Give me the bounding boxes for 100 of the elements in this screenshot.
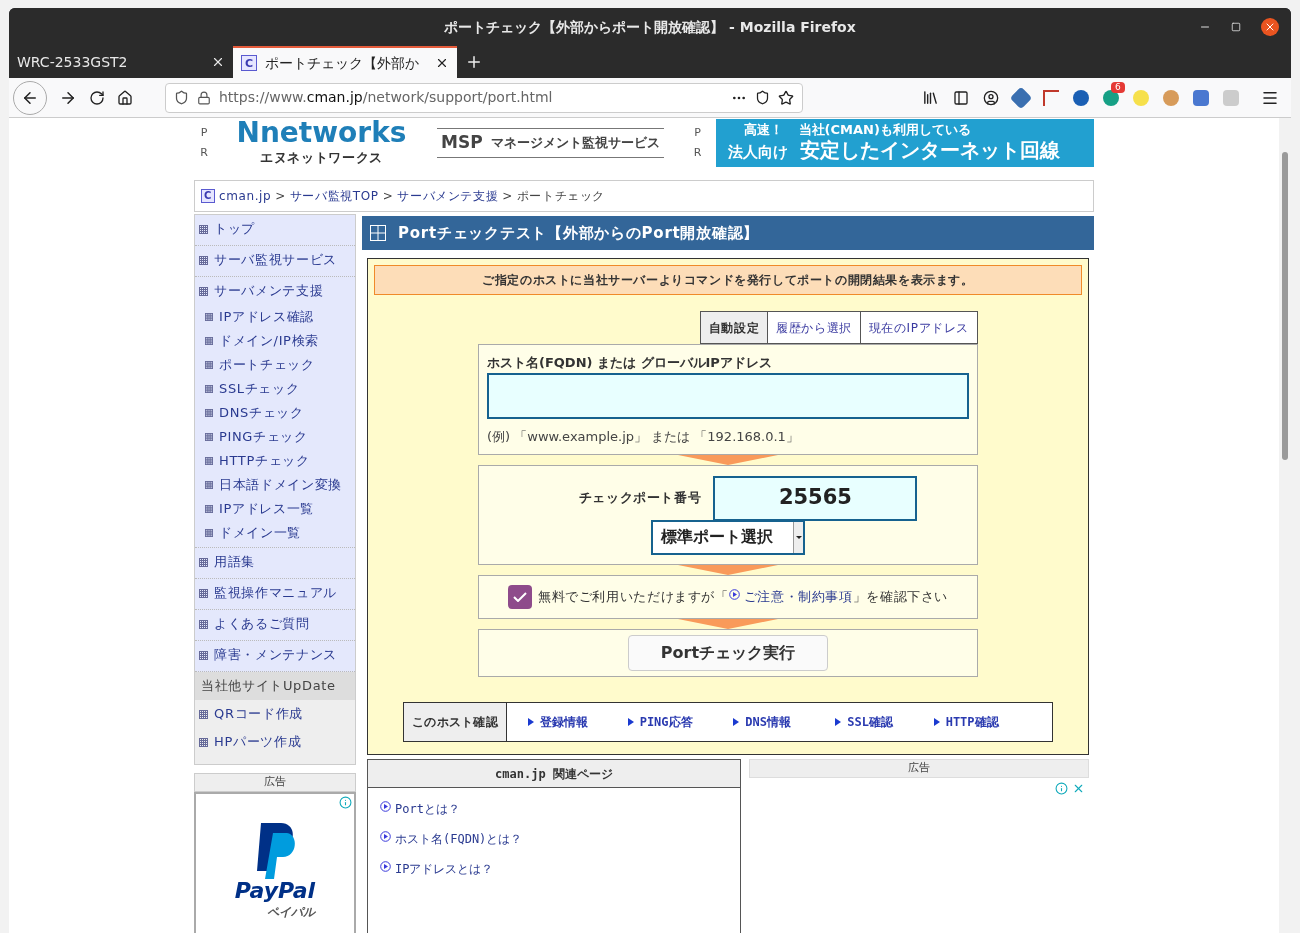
related-link[interactable]: IPアドレスとは？: [380, 860, 740, 878]
grid-bullet-icon: [205, 385, 213, 393]
grid-bullet-icon: [205, 457, 213, 465]
sidebar-item[interactable]: 監視操作マニュアル: [195, 579, 355, 607]
dropdown-caret-icon: [793, 521, 803, 553]
ad-label: 広告: [749, 759, 1089, 778]
host-check-link[interactable]: DNS情報: [711, 703, 814, 741]
reload-icon[interactable]: [89, 89, 105, 106]
window-grid-icon: [370, 225, 386, 241]
home-icon[interactable]: [117, 89, 133, 106]
ad-info-icon[interactable]: [1055, 781, 1068, 795]
browser-tab[interactable]: WRC-2533GST2: [9, 46, 233, 78]
brand-kana: ペイパル: [267, 903, 315, 921]
agree-checkbox[interactable]: [507, 585, 532, 609]
pr-mark: R: [693, 145, 702, 161]
sidebar-item[interactable]: サーバ監視サービス: [195, 246, 355, 274]
brand-name: PayPal: [234, 878, 316, 903]
checkmark-icon: [512, 592, 527, 602]
browser-tab[interactable]: C ポートチェック【外部か: [233, 46, 457, 78]
related-title: cman.jp 関連ページ: [368, 760, 740, 788]
pr-mark: P: [200, 124, 208, 141]
host-check-link[interactable]: SSL確認: [813, 703, 916, 741]
msp-banner[interactable]: MSP マネージメント監視サービス: [437, 128, 664, 158]
sidebar-item[interactable]: トップ: [195, 215, 355, 243]
breadcrumb-separator: >: [275, 188, 286, 205]
sidebar-ad[interactable]: PayPal ペイパル: [194, 791, 356, 933]
grid-bullet-icon: [205, 361, 213, 369]
sidebar-item[interactable]: 障害・メンテナンス: [195, 641, 355, 669]
sidebar-item[interactable]: HPパーツ作成: [195, 728, 355, 756]
sidebar-item[interactable]: HTTPチェック: [195, 449, 355, 473]
sidebar-item[interactable]: QRコード作成: [195, 700, 355, 728]
logo-subtitle: エヌネットワークス: [260, 149, 383, 168]
mode-tab[interactable]: 現在のIPアドレス: [859, 312, 977, 343]
sidebar-item[interactable]: SSLチェック: [195, 377, 355, 401]
close-button[interactable]: [1261, 18, 1279, 36]
intro-banner: ご指定のホストに当社サーバーよりコマンドを発行してポートの開閉結果を表示ます。: [374, 265, 1082, 295]
grid-bullet-icon: [199, 709, 208, 719]
host-check-link[interactable]: HTTP確認: [915, 703, 1018, 741]
mode-tab[interactable]: 履歴から選択: [767, 312, 860, 343]
account-icon[interactable]: [983, 89, 999, 106]
port-select[interactable]: 標準ポート選択: [651, 519, 805, 555]
sidebar-item[interactable]: ドメイン/IP検索: [195, 329, 355, 353]
sidebar-item[interactable]: DNSチェック: [195, 401, 355, 425]
sidebar-item[interactable]: 用語集: [195, 548, 355, 576]
host-label: ホスト名(FQDN) または グローバルIPアドレス: [487, 354, 773, 372]
grid-bullet-icon: [199, 286, 208, 296]
breadcrumb-link[interactable]: サーバメンテ支援: [397, 187, 499, 205]
sidebar-item[interactable]: PINGチェック: [195, 425, 355, 449]
grid-bullet-icon: [199, 650, 208, 660]
triangle-icon: [835, 718, 842, 726]
library-icon[interactable]: [922, 89, 939, 106]
caution-link[interactable]: ご注意・制約事項: [743, 587, 853, 607]
scrollbar-thumb[interactable]: [1282, 152, 1288, 460]
sidebar-item[interactable]: IPアドレス確認: [195, 305, 355, 329]
sidebar-item[interactable]: よくあるご質問: [195, 610, 355, 638]
grid-bullet-icon: [199, 737, 208, 747]
port-check-button[interactable]: Portチェック実行: [628, 635, 828, 671]
breadcrumb-separator: >: [502, 188, 513, 205]
grid-bullet-icon: [199, 588, 208, 598]
grid-bullet-icon: [205, 433, 213, 441]
ad-info-icon[interactable]: [339, 795, 352, 809]
sidebar-icon[interactable]: [953, 89, 969, 106]
mode-tab[interactable]: 自動設定: [700, 312, 768, 343]
sidebar-item[interactable]: ポートチェック: [195, 353, 355, 377]
sidebar-item[interactable]: サーバメンテ支援: [195, 277, 355, 305]
related-link[interactable]: Portとは？: [380, 800, 740, 818]
related-link[interactable]: ホスト名(FQDN)とは？: [380, 830, 740, 848]
host-input[interactable]: [487, 372, 969, 419]
host-check-link[interactable]: 登録情報: [507, 703, 610, 741]
grid-bullet-icon: [205, 409, 213, 417]
current-page-label: ポートチェック: [516, 188, 605, 205]
close-tab-icon[interactable]: [211, 55, 225, 69]
play-circle-icon: [728, 589, 740, 601]
maximize-icon[interactable]: [1231, 22, 1241, 32]
logo: Nnetworks: [236, 118, 407, 149]
play-circle-icon: [380, 831, 391, 842]
sidebar-item[interactable]: ドメイン一覧: [195, 521, 355, 545]
pr-mark: R: [200, 145, 208, 161]
breadcrumb-link[interactable]: サーバ監視TOP: [289, 187, 379, 205]
host-check-link[interactable]: PING応答: [609, 703, 712, 741]
url-text: https://www.cman.jp/network/support/port.html: [219, 88, 554, 107]
bookmark-star-icon[interactable]: [778, 89, 794, 106]
sidebar-item[interactable]: IPアドレス一覧: [195, 497, 355, 521]
play-circle-icon: [380, 801, 391, 812]
port-input[interactable]: 25565: [713, 475, 918, 521]
notification-badge: 6: [1111, 81, 1125, 93]
pr-mark: P: [694, 124, 701, 141]
address-bar[interactable]: https://www.cman.jp/network/support/port.html: [165, 82, 803, 113]
new-tab-icon[interactable]: [465, 53, 483, 71]
grid-bullet-icon: [205, 529, 213, 537]
breadcrumb-link[interactable]: cman.jp: [219, 187, 272, 205]
grid-bullet-icon: [199, 619, 208, 629]
host-check-label: このホスト確認: [404, 703, 508, 741]
triangle-icon: [528, 718, 535, 726]
grid-bullet-icon: [199, 255, 208, 265]
close-tab-icon[interactable]: [435, 56, 449, 70]
triangle-icon: [933, 718, 940, 726]
sidebar-item[interactable]: 日本語ドメイン変換: [195, 473, 355, 497]
tab-title: ポートチェック【外部か: [265, 53, 420, 73]
tab-title: WRC-2533GST2: [17, 52, 129, 72]
